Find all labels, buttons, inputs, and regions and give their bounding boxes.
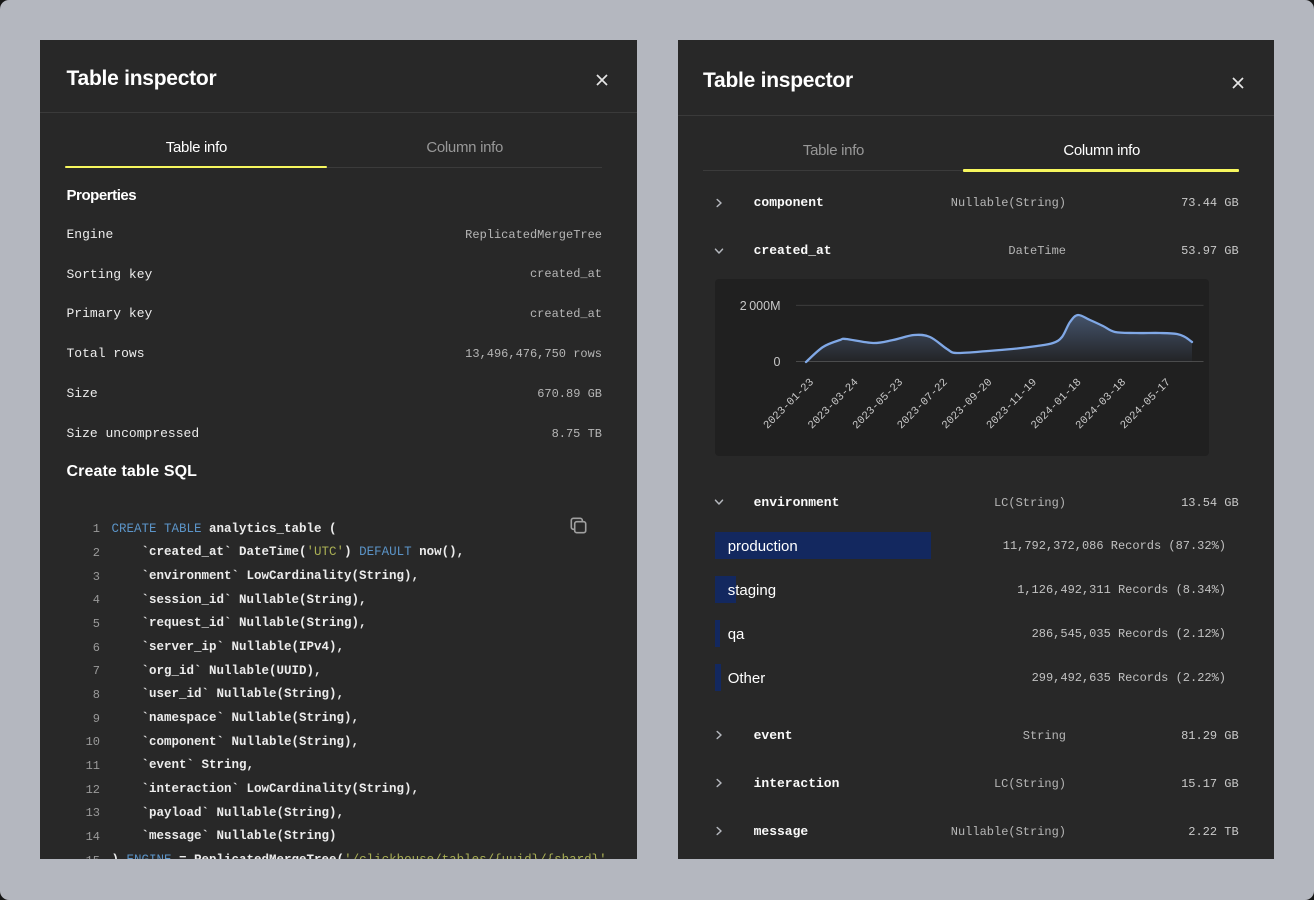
svg-text:0: 0 [774,355,781,369]
svg-text:2 000M: 2 000M [740,299,781,313]
